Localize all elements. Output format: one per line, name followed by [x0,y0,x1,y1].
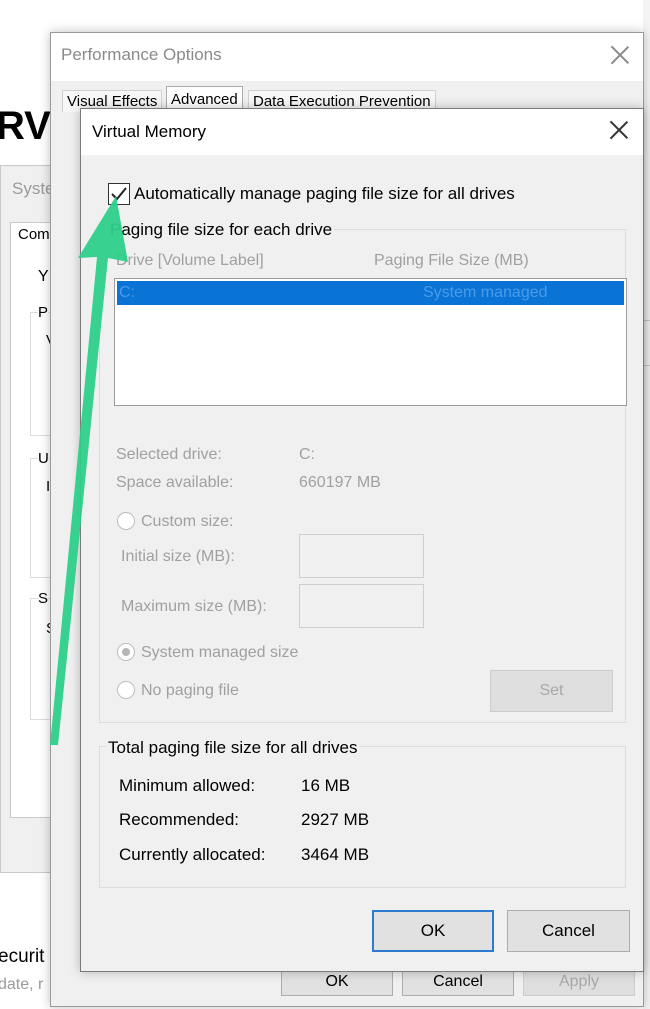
performance-apply-button[interactable]: Apply [523,970,635,996]
performance-cancel-button[interactable]: Cancel [402,970,514,996]
initial-size-label: Initial size (MB): [121,548,235,565]
checkmark-icon [111,187,127,201]
system-managed-radio[interactable] [117,643,135,661]
drive-column-header: Drive [Volume Label] [116,252,264,269]
currently-allocated-label: Currently allocated: [119,845,266,864]
background-right-line-1 [643,320,650,321]
system-frag-u: U [38,450,49,467]
no-paging-label[interactable]: No paging file [141,682,239,700]
total-group-label: Total paging file size for all drives [106,738,360,758]
paging-group-label: Paging file size for each drive [108,220,335,240]
maximum-size-label: Maximum size (MB): [121,598,267,615]
recommended-label: Recommended: [119,810,240,829]
auto-manage-label[interactable]: Automatically manage paging file size fo… [134,184,515,204]
background-update-text: date, r [0,976,44,993]
virtual-memory-title: Virtual Memory [92,122,206,141]
currently-allocated-value: 3464 MB [301,845,370,864]
space-available-value: 660197 MB [299,474,381,491]
background-right-panel [643,0,650,1009]
custom-size-label[interactable]: Custom size: [141,513,233,531]
recommended-value: 2927 MB [301,810,370,829]
initial-size-input[interactable] [299,534,424,578]
set-button[interactable]: Set [490,670,613,712]
cancel-button[interactable]: Cancel [507,910,630,952]
system-frag-y: Y [38,268,49,285]
no-paging-radio[interactable] [117,681,135,699]
system-window-title: Syste [12,179,55,198]
virtual-memory-close-icon[interactable] [609,120,629,140]
selected-drive-label: Selected drive: [116,446,222,463]
drive-list-row[interactable]: C: System managed [117,281,624,305]
drive-list-size: System managed [423,284,548,301]
space-available-label: Space available: [116,474,234,491]
drive-list[interactable]: C: System managed [114,278,627,406]
ok-button[interactable]: OK [372,910,494,952]
performance-ok-button[interactable]: OK [281,970,393,996]
system-managed-label[interactable]: System managed size [141,644,298,662]
system-tab-computer[interactable]: Com [18,226,50,243]
auto-manage-checkbox[interactable] [108,183,130,205]
size-column-header: Paging File Size (MB) [374,252,529,269]
custom-size-radio[interactable] [117,512,135,530]
system-frag-s: S [38,590,49,607]
system-frag-p: P [38,304,49,321]
minimum-allowed-value: 16 MB [301,776,351,795]
background-security-text: ecurit [0,946,45,967]
drive-list-drive: C: [119,284,135,301]
maximum-size-input[interactable] [299,584,424,628]
performance-close-icon[interactable] [610,45,630,65]
background-right-line-2 [643,365,650,366]
performance-options-title: Performance Options [61,45,222,64]
minimum-allowed-label: Minimum allowed: [119,776,256,795]
selected-drive-value: C: [299,446,315,463]
